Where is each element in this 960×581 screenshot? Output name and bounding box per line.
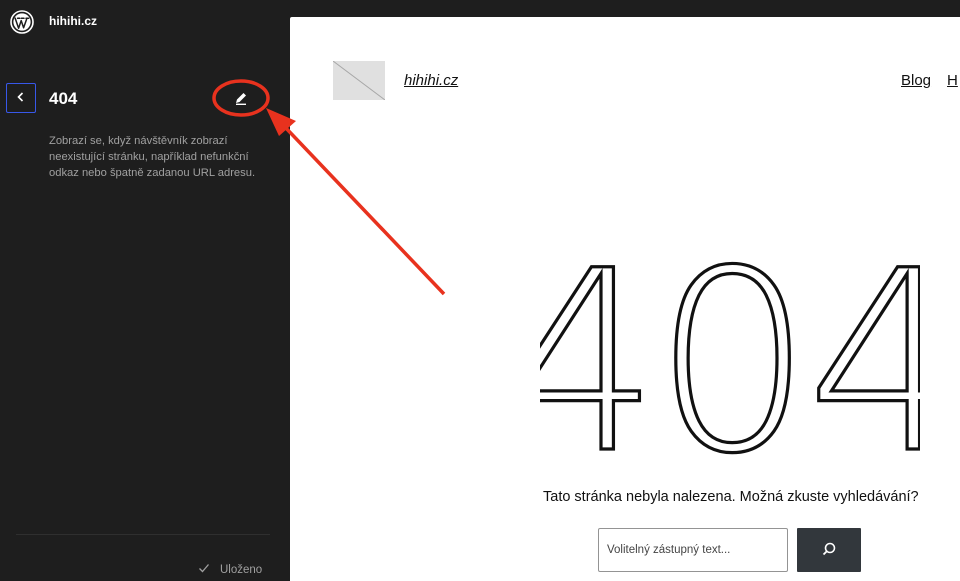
template-description: Zobrazí se, když návštěvník zobrazí neex… (49, 135, 256, 179)
search-button[interactable] (797, 528, 861, 572)
navigation: Blog H (901, 72, 958, 89)
back-button[interactable] (6, 83, 36, 113)
site-name[interactable]: hihihi.cz (49, 14, 97, 28)
site-editor: hihihi.cz 404 Zobrazí se, když návštěvní… (0, 0, 960, 581)
check-icon (198, 562, 210, 577)
svg-text:404: 404 (540, 217, 920, 457)
site-logo-placeholder[interactable] (332, 60, 386, 101)
nav-item-h[interactable]: H (947, 72, 958, 89)
nav-item-blog[interactable]: Blog (901, 72, 931, 89)
divider (16, 534, 270, 535)
edit-template-button[interactable] (229, 88, 253, 112)
search-input[interactable] (598, 528, 788, 572)
sidebar: hihihi.cz 404 Zobrazí se, když návštěvní… (0, 0, 290, 581)
pencil-icon (233, 90, 249, 111)
not-found-message: Tato stránka nebyla nalezena. Možná zkus… (543, 489, 919, 505)
chevron-left-icon (15, 91, 27, 106)
not-found-heading: 404 (540, 217, 920, 457)
site-title-link[interactable]: hihihi.cz (404, 72, 458, 89)
save-status: Uloženo (198, 562, 262, 577)
panel-title: 404 (49, 89, 78, 108)
search-icon (821, 541, 837, 560)
save-status-label: Uloženo (220, 563, 263, 576)
template-preview-canvas[interactable]: hihihi.cz Blog H 404 Tato stránka nebyla… (290, 17, 960, 581)
wordpress-logo-icon[interactable] (10, 10, 34, 34)
